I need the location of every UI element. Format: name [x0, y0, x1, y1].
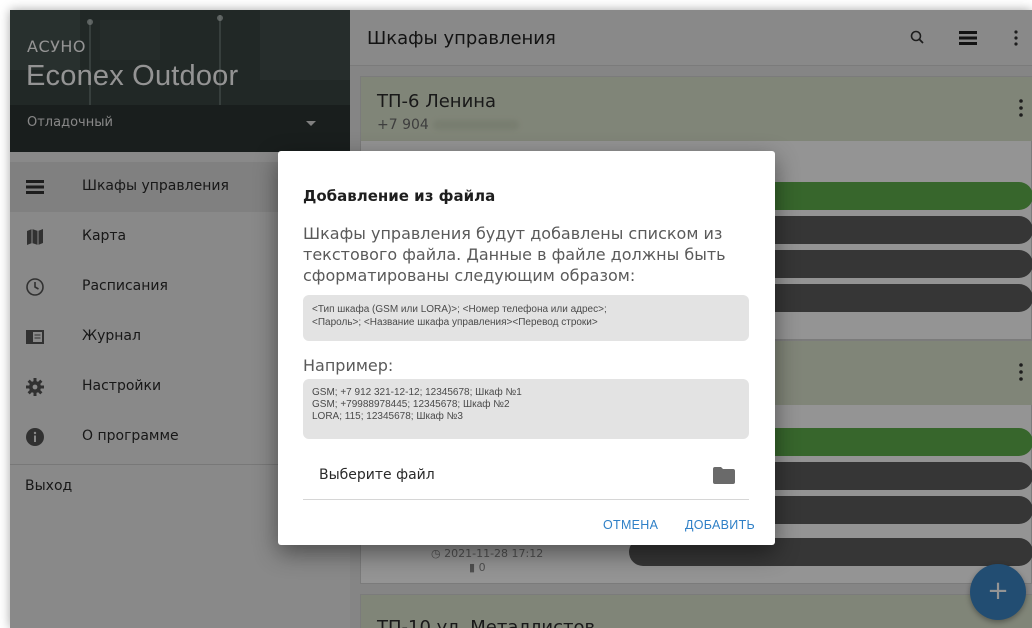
example-line: GSM; +79988978445; 12345678; Шкаф №2: [312, 399, 510, 410]
app-window: АСУНО Econex Outdoor Отладочный Шкафы уп…: [10, 10, 1032, 628]
file-picker-label: Выберите файл: [319, 467, 435, 483]
example-code-box: GSM; +7 912 321-12-12; 12345678; Шкаф №1…: [303, 379, 749, 439]
format-code-box: <Тип шкафа (GSM или LORA)>; <Номер телеф…: [303, 295, 749, 341]
folder-icon[interactable]: [713, 467, 735, 484]
dialog-title: Добавление из файла: [303, 187, 496, 205]
file-picker[interactable]: Выберите файл: [303, 451, 749, 500]
format-line: <Тип шкафа (GSM или LORA)>; <Номер телеф…: [312, 304, 607, 315]
example-line: GSM; +7 912 321-12-12; 12345678; Шкаф №1: [312, 387, 522, 398]
import-dialog: Добавление из файла Шкафы управления буд…: [278, 151, 775, 545]
add-button[interactable]: ДОБАВИТЬ: [685, 518, 755, 532]
cancel-button[interactable]: ОТМЕНА: [603, 518, 658, 532]
dialog-description: Шкафы управления будут добавлены списком…: [303, 224, 726, 285]
example-line: LORA; 115; 12345678; Шкаф №3: [312, 411, 463, 422]
format-line: <Пароль>; <Название шкафа управления><Пе…: [312, 317, 598, 328]
example-label: Например:: [303, 356, 394, 375]
